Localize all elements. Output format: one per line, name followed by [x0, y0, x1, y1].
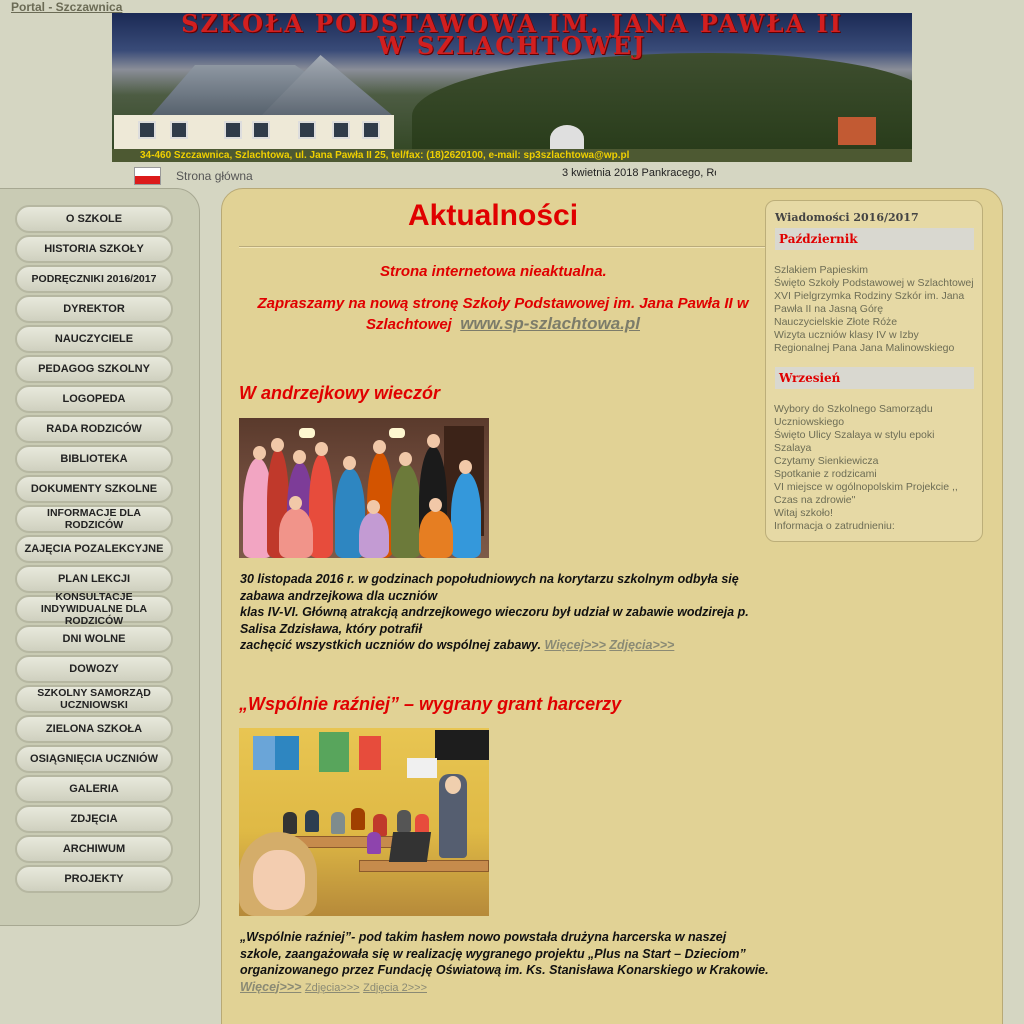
news-list-item[interactable]: Wybory do Szkolnego Samorządu Uczniowski…: [774, 403, 974, 429]
month-header-september: Wrzesień: [775, 367, 974, 389]
page-title: Aktualności: [408, 199, 579, 232]
news-body: 30 listopada 2016 r. w godzinach popołud…: [240, 571, 770, 654]
menu-button[interactable]: INFORMACJE DLA RODZICÓW: [15, 505, 173, 533]
news-body-text: zachęcić wszystkich uczniów do wspólnej …: [240, 638, 542, 652]
menu-button[interactable]: SZKOLNY SAMORZĄD UCZNIOWSKI: [15, 685, 173, 713]
news-box-title: Wiadomości 2016/2017: [775, 211, 919, 224]
news-list-item[interactable]: Szlakiem Papieskim: [774, 264, 974, 277]
window-graphic: [138, 121, 156, 139]
menu-button[interactable]: ZIELONA SZKOŁA: [15, 715, 173, 743]
banner-address: 34-460 Szczawnica, Szlachtowa, ul. Jana …: [140, 150, 630, 161]
menu-button[interactable]: DOKUMENTY SZKOLNE: [15, 475, 173, 503]
banner-title: SZKOŁA PODSTAWOWA IM. JANA PAWŁA II W SZ…: [152, 13, 872, 60]
polish-flag-icon[interactable]: [134, 167, 161, 185]
menu-button[interactable]: PODRĘCZNIKI 2016/2017: [15, 265, 173, 293]
menu-button[interactable]: BIBLIOTEKA: [15, 445, 173, 473]
news-title[interactable]: W andrzejkowy wieczór: [239, 383, 440, 404]
month-header-october: Październik: [775, 228, 974, 250]
news-list-item[interactable]: Wizyta uczniów klasy IV w Izby Regionaln…: [774, 329, 974, 355]
news-body-line: klas IV-VI. Główną atrakcją andrzejkoweg…: [240, 605, 749, 636]
home-link[interactable]: Strona główna: [176, 169, 253, 183]
news-photo-andrzejki[interactable]: [239, 418, 489, 558]
menu-button[interactable]: RADA RODZICÓW: [15, 415, 173, 443]
portal-link[interactable]: Portal - Szczawnica: [11, 0, 122, 14]
menu-button[interactable]: HISTORIA SZKOŁY: [15, 235, 173, 263]
menu-button[interactable]: GALERIA: [15, 775, 173, 803]
news-title[interactable]: „Wspólnie raźniej” – wygrany grant harce…: [239, 694, 621, 715]
news-list-item[interactable]: XVI Pielgrzymka Rodziny Szkór im. Jana P…: [774, 290, 974, 316]
mountain-graphic: [412, 53, 912, 162]
house-graphic: [838, 117, 876, 145]
menu-button[interactable]: PROJEKTY: [15, 865, 173, 893]
title-divider: [239, 246, 766, 248]
news-list-item[interactable]: VI miejsce w ogólnopolskim Projekcie ,, …: [774, 481, 974, 507]
menu-button[interactable]: NAUCZYCIELE: [15, 325, 173, 353]
menu-button[interactable]: OSIĄGNIĘCIA UCZNIÓW: [15, 745, 173, 773]
news-list-item[interactable]: Święto Szkoły Podstawowej w Szlachtowej: [774, 277, 974, 290]
menu-button[interactable]: ARCHIWUM: [15, 835, 173, 863]
window-graphic: [224, 121, 242, 139]
news-body: „Wspólnie raźniej”- pod takim hasłem now…: [240, 929, 770, 996]
menu-button[interactable]: PEDAGOG SZKOLNY: [15, 355, 173, 383]
menu-button[interactable]: O SZKOLE: [15, 205, 173, 233]
news-list-item[interactable]: Witaj szkoło!: [774, 507, 974, 520]
menu-button[interactable]: DYREKTOR: [15, 295, 173, 323]
news-body-line: 30 listopada 2016 r. w godzinach popołud…: [240, 572, 739, 603]
window-graphic: [170, 121, 188, 139]
news-list-item[interactable]: Spotkanie z rodzicami: [774, 468, 974, 481]
new-site-invite: Zapraszamy na nową stronę Szkoły Podstaw…: [239, 294, 767, 335]
photos2-link[interactable]: Zdjęcia 2>>>: [363, 982, 427, 994]
news-list-item[interactable]: Święto Ulicy Szalaya w stylu epoki Szala…: [774, 429, 974, 455]
more-link[interactable]: Więcej>>>: [545, 638, 606, 652]
window-graphic: [332, 121, 350, 139]
menu-button[interactable]: DNI WOLNE: [15, 625, 173, 653]
menu-button[interactable]: ZDJĘCIA: [15, 805, 173, 833]
outdated-notice: Strona internetowa nieaktualna.: [380, 263, 607, 280]
photos-link[interactable]: Zdjęcia>>>: [609, 638, 674, 652]
date-ticker: 3 kwietnia 2018 Pankracego, Renaty, I: [562, 167, 716, 179]
news-list-item[interactable]: Nauczycielskie Złote Róże: [774, 316, 974, 329]
menu-button[interactable]: ZAJĘCIA POZALEKCYJNE: [15, 535, 173, 563]
menu-button[interactable]: KONSULTACJE INDYWIDUALNE DLA RODZICÓW: [15, 591, 173, 627]
news-body-text: „Wspólnie raźniej”- pod takim hasłem now…: [240, 930, 769, 977]
new-site-link[interactable]: www.sp-szlachtowa.pl: [460, 314, 640, 333]
september-news-list: Wybory do Szkolnego Samorządu Uczniowski…: [774, 403, 974, 533]
more-link[interactable]: Więcej>>>: [240, 980, 301, 994]
window-graphic: [362, 121, 380, 139]
banner-title-line2: W SZLACHTOWEJ: [377, 31, 647, 60]
october-news-list: Szlakiem Papieskim Święto Szkoły Podstaw…: [774, 264, 974, 355]
window-graphic: [252, 121, 270, 139]
news-photo-harcerze[interactable]: [239, 728, 489, 916]
news-list-item[interactable]: Informacja o zatrudnieniu:: [774, 520, 974, 533]
photos-link[interactable]: Zdjęcia>>>: [305, 982, 360, 994]
news-body-line: zachęcić wszystkich uczniów do wspólnej …: [240, 637, 770, 654]
menu-button[interactable]: PLAN LEKCJI: [15, 565, 173, 593]
school-banner: SZKOŁA PODSTAWOWA IM. JANA PAWŁA II W SZ…: [112, 13, 912, 162]
menu-button[interactable]: LOGOPEDA: [15, 385, 173, 413]
window-graphic: [298, 121, 316, 139]
news-list-item[interactable]: Czytamy Sienkiewicza: [774, 455, 974, 468]
menu-button[interactable]: DOWOZY: [15, 655, 173, 683]
